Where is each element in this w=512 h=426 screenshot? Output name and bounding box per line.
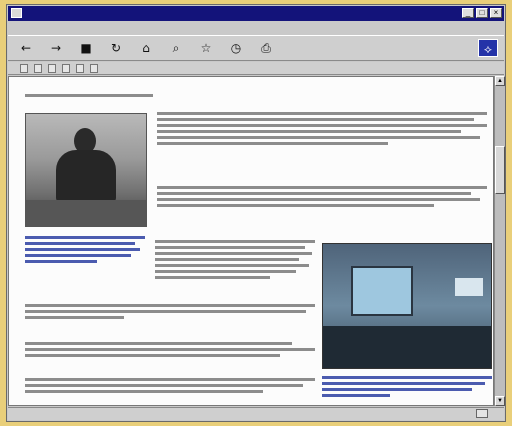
conference-photo [322, 243, 492, 369]
stop-icon[interactable]: ■ [78, 40, 94, 56]
refresh-icon[interactable]: ↻ [108, 40, 124, 56]
link-button[interactable] [76, 63, 84, 73]
link-button[interactable] [34, 63, 42, 73]
paragraph-5 [25, 339, 315, 359]
photo-table [26, 200, 146, 226]
scroll-down-icon[interactable]: ▼ [495, 396, 505, 406]
maximize-button[interactable]: □ [476, 8, 488, 18]
paragraph-2 [157, 183, 487, 209]
window-controls: _ □ × [462, 8, 502, 18]
app-icon [11, 8, 22, 18]
link-button[interactable] [20, 63, 28, 73]
links-bar [8, 62, 504, 75]
link-button[interactable] [62, 63, 70, 73]
search-icon[interactable]: ⌕ [168, 40, 184, 56]
paragraph-4 [25, 301, 315, 321]
photo-figure-body [56, 150, 116, 202]
scroll-thumb[interactable] [495, 146, 505, 194]
title-bar: _ □ × [8, 6, 504, 21]
home-icon[interactable]: ⌂ [138, 40, 154, 56]
photo-caption-right[interactable] [322, 373, 492, 399]
favorites-icon[interactable]: ☆ [198, 40, 214, 56]
menu-bar [8, 22, 504, 34]
browser-window: _ □ × ← → ■ ↻ ⌂ ⌕ ☆ ◷ ⎙ ⟡ ▲ ▼ [6, 4, 506, 422]
browser-logo-icon: ⟡ [478, 39, 498, 57]
status-bar [8, 407, 504, 420]
heading-text-line [25, 94, 153, 97]
history-icon[interactable]: ◷ [228, 40, 244, 56]
vertical-scrollbar[interactable]: ▲ ▼ [494, 76, 505, 406]
photo-audience [323, 326, 491, 368]
portrait-photo [25, 113, 147, 227]
security-zone-icon [476, 409, 488, 418]
scroll-up-icon[interactable]: ▲ [495, 76, 505, 86]
back-icon[interactable]: ← [18, 40, 34, 56]
print-icon[interactable]: ⎙ [258, 40, 274, 56]
toolbar: ← → ■ ↻ ⌂ ⌕ ☆ ◷ ⎙ ⟡ [8, 35, 504, 61]
close-button[interactable]: × [490, 8, 502, 18]
link-button[interactable] [48, 63, 56, 73]
paragraph-3 [155, 237, 315, 281]
photo-caption-left[interactable] [25, 233, 145, 265]
forward-icon[interactable]: → [48, 40, 64, 56]
minimize-button[interactable]: _ [462, 8, 474, 18]
link-button[interactable] [90, 63, 98, 73]
page-content [8, 76, 494, 406]
paragraph-1 [157, 109, 487, 147]
photo-sign [455, 278, 483, 296]
paragraph-6 [25, 375, 315, 395]
photo-projection-screen [351, 266, 413, 316]
